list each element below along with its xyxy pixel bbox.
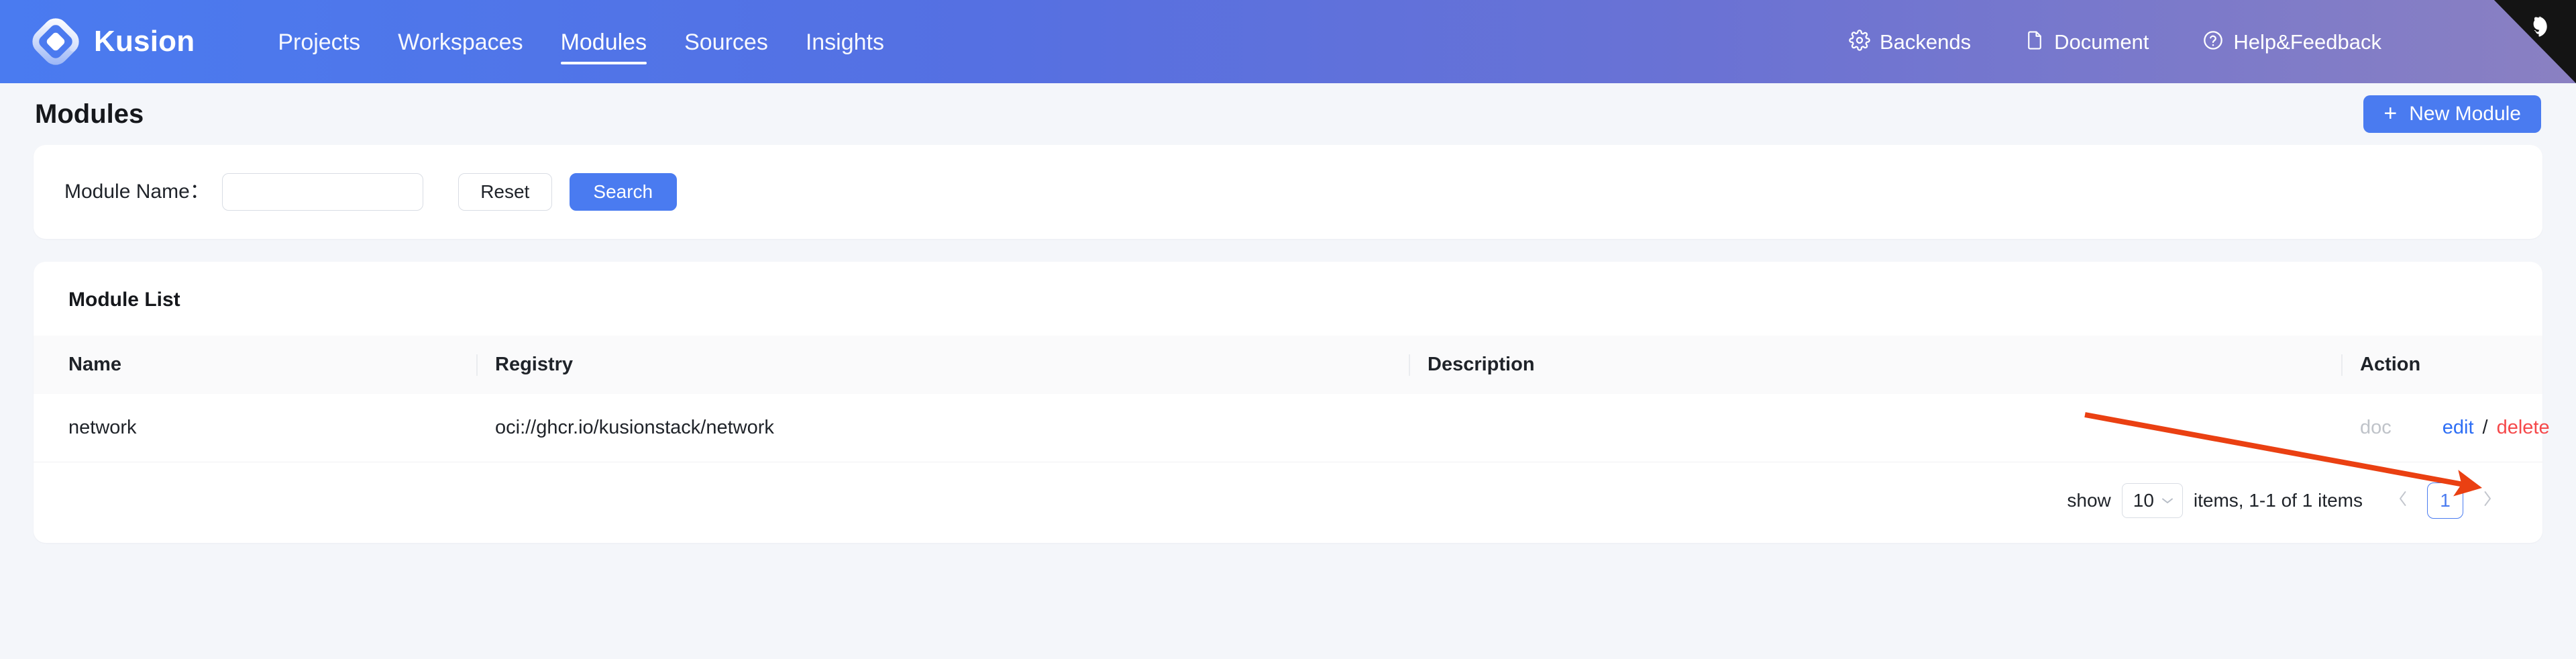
pagination-prev-button[interactable] (2385, 483, 2420, 518)
module-name-input[interactable] (222, 173, 423, 211)
kusion-diamond-logo-icon (32, 18, 79, 65)
pagination-page-1[interactable]: 1 (2427, 483, 2463, 519)
nav-item-backends-label: Backends (1880, 32, 1971, 52)
column-header-action: Action (2341, 336, 2542, 394)
chevron-down-icon (2161, 494, 2174, 507)
delete-link[interactable]: delete (2497, 418, 2550, 438)
nav-item-document[interactable]: Document (1998, 30, 2176, 54)
file-document-icon (2025, 30, 2045, 54)
brand-name: Kusion (94, 27, 195, 56)
chevron-right-icon (2481, 489, 2493, 512)
page-title: Modules (35, 101, 144, 128)
nav-item-backends[interactable]: Backends (1822, 30, 1998, 54)
column-header-description: Description (1409, 336, 2341, 394)
search-button[interactable]: Search (570, 173, 677, 211)
plus-icon: + (2383, 102, 2397, 125)
module-list-panel: Module List Name Registry Description Ac… (34, 262, 2542, 543)
filter-panel: Module Name： Reset Search (34, 145, 2542, 239)
module-name-label: Module Name： (64, 182, 210, 202)
page-size-select[interactable]: 10 (2122, 483, 2183, 518)
new-module-button-label: New Module (2409, 104, 2521, 124)
table-header: Name Registry Description Action (34, 336, 2542, 394)
module-table: Name Registry Description Action network… (34, 336, 2542, 462)
main-nav: Projects Workspaces Modules Sources Insi… (259, 0, 903, 83)
chevron-left-icon (2397, 489, 2409, 512)
doc-link[interactable]: doc (2360, 418, 2392, 438)
nav-item-modules[interactable]: Modules (542, 0, 666, 83)
question-circle-icon (2202, 30, 2224, 54)
gear-icon (1849, 30, 1870, 54)
edit-link[interactable]: edit (2443, 418, 2474, 438)
module-list-title: Module List (34, 262, 2542, 336)
action-separator: / (2483, 418, 2488, 438)
secondary-nav: Backends Document Help&Feedback (1822, 30, 2576, 54)
nav-item-workspaces[interactable]: Workspaces (379, 0, 541, 83)
page-header: Modules + New Module (0, 83, 2576, 145)
cell-action: doc edit / delete (2341, 394, 2542, 462)
cell-registry: oci://ghcr.io/kusionstack/network (476, 394, 1409, 462)
table-header-row: Name Registry Description Action (34, 336, 2542, 394)
new-module-button[interactable]: + New Module (2363, 95, 2541, 133)
table-body: network oci://ghcr.io/kusionstack/networ… (34, 394, 2542, 462)
table-row[interactable]: network oci://ghcr.io/kusionstack/networ… (34, 394, 2542, 462)
pagination-show-label: show (2067, 491, 2110, 510)
nav-item-sources[interactable]: Sources (665, 0, 787, 83)
cell-name: network (34, 394, 476, 462)
top-navigation-bar: Kusion Projects Workspaces Modules Sourc… (0, 0, 2576, 83)
pagination-items-info: items, 1-1 of 1 items (2194, 491, 2363, 510)
column-header-name: Name (34, 336, 476, 394)
cell-description (1409, 394, 2341, 462)
pagination-next-button[interactable] (2470, 483, 2505, 518)
brand[interactable]: Kusion (32, 18, 195, 65)
pagination: show 10 items, 1-1 of 1 items 1 (34, 462, 2542, 543)
column-header-registry: Registry (476, 336, 1409, 394)
nav-item-help-feedback-label: Help&Feedback (2233, 32, 2381, 52)
page-size-value: 10 (2133, 491, 2154, 510)
nav-item-insights[interactable]: Insights (787, 0, 903, 83)
nav-item-help-feedback[interactable]: Help&Feedback (2176, 30, 2408, 54)
nav-item-document-label: Document (2054, 32, 2149, 52)
reset-button[interactable]: Reset (458, 173, 552, 211)
nav-item-projects[interactable]: Projects (259, 0, 379, 83)
